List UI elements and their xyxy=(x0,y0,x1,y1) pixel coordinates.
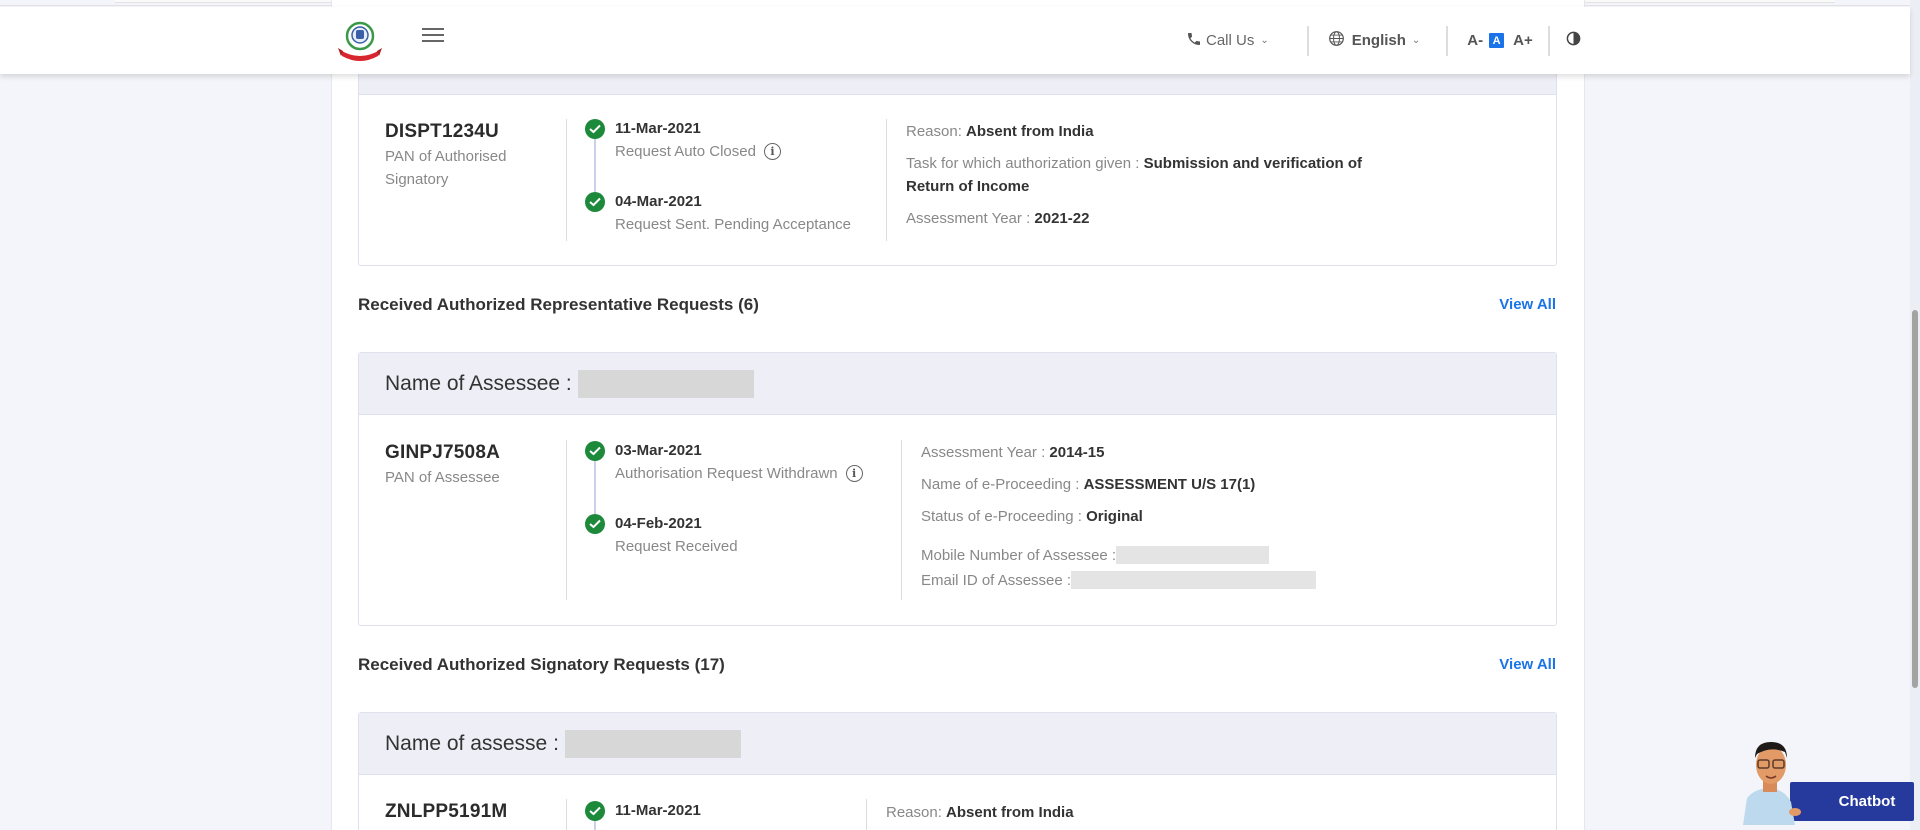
email-redacted xyxy=(1071,571,1317,589)
chatbot-button[interactable]: Chatbot xyxy=(1790,782,1914,821)
info-icon[interactable]: i xyxy=(763,143,781,160)
scrollbar-thumb[interactable] xyxy=(1912,310,1918,688)
pan-number: GINPJ7508A xyxy=(385,442,501,463)
signatory-request-card: Name of assesse : ZNLPP5191M 11-Mar-2021… xyxy=(358,712,1557,830)
chatbot-widget[interactable]: Chatbot xyxy=(1735,730,1915,825)
card-header: Name of assesse : xyxy=(359,713,1556,775)
column-divider xyxy=(901,440,902,600)
emblem-logo[interactable] xyxy=(336,20,384,61)
request-details: Reason: Absent from India xyxy=(886,804,1074,821)
assessee-name-label: Name of Assessee : xyxy=(385,371,572,395)
globe-icon xyxy=(1328,30,1345,51)
column-divider xyxy=(566,799,567,830)
phone-icon xyxy=(1186,31,1202,51)
pan-number: DISPT1234U xyxy=(385,121,499,142)
signatory-request-card: DISPT1234U PAN of Authorised Signatory 1… xyxy=(358,50,1557,266)
assessee-name-redacted xyxy=(564,729,741,758)
page-scrollbar[interactable] xyxy=(1910,0,1920,830)
pan-label: PAN of Authorised Signatory xyxy=(385,148,507,188)
call-us-label: Call Us xyxy=(1206,32,1255,49)
request-details: Reason: Absent from India Task for which… xyxy=(906,123,1362,227)
view-all-signatory-link[interactable]: View All xyxy=(1499,656,1556,673)
hamburger-menu-icon[interactable] xyxy=(422,28,444,44)
check-circle-icon xyxy=(585,801,605,821)
column-divider xyxy=(866,799,867,830)
language-dropdown[interactable]: English ⌄ xyxy=(1328,30,1421,51)
pan-label: PAN of Assessee xyxy=(385,469,500,486)
check-circle-icon xyxy=(585,514,605,534)
assessee-name-redacted xyxy=(577,369,754,398)
contrast-icon xyxy=(1566,31,1581,50)
chevron-down-icon: ⌄ xyxy=(1260,35,1269,46)
pan-number: ZNLPP5191M xyxy=(385,801,508,822)
card-header: Name of Assessee : xyxy=(359,353,1556,415)
header-divider xyxy=(1306,25,1309,56)
column-divider xyxy=(566,440,567,600)
contrast-toggle-button[interactable] xyxy=(1566,31,1581,51)
section-title-representative: Received Authorized Representative Reque… xyxy=(358,295,759,314)
section-title-signatory: Received Authorized Signatory Requests (… xyxy=(358,655,725,674)
site-header: Call Us ⌄ English ⌄ A- A A+ xyxy=(0,7,1910,74)
call-us-dropdown[interactable]: Call Us ⌄ xyxy=(1186,31,1269,51)
assessee-name-label: Name of assesse : xyxy=(385,731,559,755)
header-divider xyxy=(1547,25,1550,56)
view-all-representative-link[interactable]: View All xyxy=(1499,296,1556,313)
mobile-redacted xyxy=(1116,546,1270,564)
header-divider xyxy=(1446,25,1449,56)
language-label: English xyxy=(1351,32,1406,49)
check-circle-icon xyxy=(585,441,605,461)
chevron-down-icon: ⌄ xyxy=(1411,35,1421,46)
font-decrease-button[interactable]: A- xyxy=(1467,32,1483,49)
column-divider xyxy=(566,119,567,241)
check-circle-icon xyxy=(585,119,605,139)
font-default-button[interactable]: A xyxy=(1489,33,1505,48)
representative-request-card: Name of Assessee : GINPJ7508A PAN of Ass… xyxy=(358,352,1557,626)
check-circle-icon xyxy=(585,192,605,212)
chatbot-avatar-icon xyxy=(1735,730,1805,825)
request-details: Assessment Year : 2014-15 Name of e-Proc… xyxy=(921,444,1317,589)
info-icon[interactable]: i xyxy=(845,465,863,482)
column-divider xyxy=(886,119,887,241)
font-increase-button[interactable]: A+ xyxy=(1513,32,1533,49)
